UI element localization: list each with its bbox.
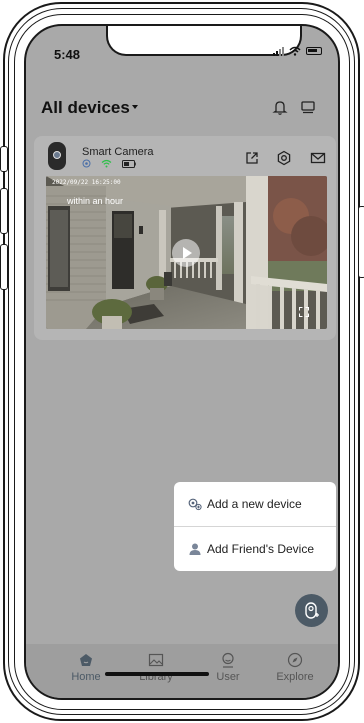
tab-label: Explore — [276, 671, 314, 683]
device-list-icon[interactable] — [299, 98, 317, 116]
status-time: 5:48 — [54, 47, 81, 62]
camera-plus-icon — [305, 602, 319, 619]
person-icon — [189, 543, 201, 555]
fullscreen-icon[interactable] — [299, 307, 309, 317]
bell-icon[interactable] — [271, 98, 289, 116]
menu-item-add-friends-device[interactable]: Add Friend's Device — [174, 527, 336, 571]
tab-library[interactable]: Library — [126, 652, 186, 683]
mail-icon[interactable] — [310, 150, 326, 166]
video-timestamp: 2022/09/22 16:25:00 — [52, 179, 121, 186]
settings-icon[interactable] — [276, 150, 292, 166]
page-title[interactable]: All devices — [41, 98, 130, 118]
chevron-down-icon[interactable] — [132, 105, 138, 109]
volume-down-button — [0, 244, 8, 290]
camera-add-icon — [188, 498, 202, 511]
battery-level-icon — [122, 159, 136, 168]
tab-home[interactable]: Home — [56, 652, 116, 683]
add-device-button[interactable] — [295, 594, 328, 627]
tab-explore[interactable]: Explore — [265, 652, 325, 683]
power-button — [358, 206, 364, 278]
compass-icon — [287, 652, 303, 668]
user-icon — [222, 652, 234, 668]
home-indicator[interactable] — [105, 672, 209, 676]
camera-thumbnail-icon — [48, 142, 66, 170]
mute-switch — [0, 146, 8, 172]
phone-screen: 5:48 All devices Smart Camera 2022/09/22… — [24, 24, 340, 700]
menu-item-add-new-device[interactable]: Add a new device — [174, 482, 336, 526]
menu-item-label: Add Friend's Device — [207, 542, 315, 556]
motion-detect-icon — [82, 159, 91, 168]
add-device-menu: Add a new device Add Friend's Device — [174, 482, 336, 571]
device-card[interactable]: Smart Camera 2022/09/22 16:25:00 within … — [34, 136, 336, 340]
device-name: Smart Camera — [82, 146, 154, 158]
video-recency-label: within an hour — [67, 196, 124, 206]
battery-icon — [306, 47, 322, 55]
device-status-row — [82, 159, 136, 168]
play-icon[interactable] — [172, 239, 200, 267]
share-icon[interactable] — [244, 150, 260, 166]
image-icon — [148, 653, 164, 667]
wifi-signal-icon — [101, 159, 112, 168]
home-icon — [80, 654, 92, 666]
volume-up-button — [0, 188, 8, 234]
tab-user[interactable]: User — [198, 652, 258, 683]
menu-item-label: Add a new device — [207, 497, 302, 511]
status-icons — [273, 46, 322, 56]
camera-preview[interactable]: 2022/09/22 16:25:00 within an hour — [46, 176, 327, 329]
signal-icon — [273, 46, 284, 56]
wifi-icon — [289, 46, 301, 56]
